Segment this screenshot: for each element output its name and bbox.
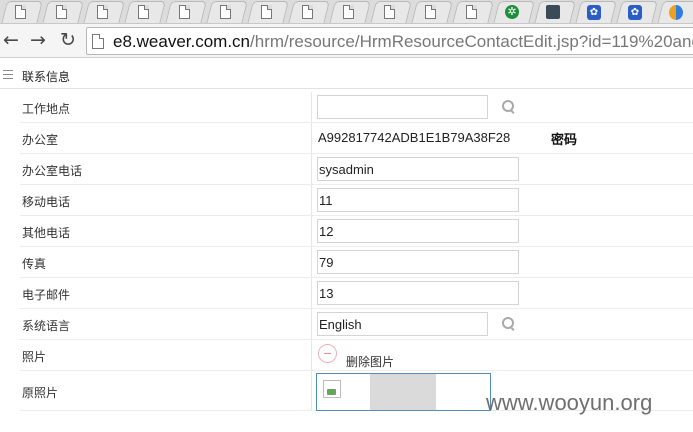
form-row-fax: 传真 79 [20, 247, 693, 278]
round-favicon-icon [669, 4, 683, 20]
fax-input[interactable]: 79 [317, 250, 519, 274]
browser-tab[interactable] [205, 0, 248, 23]
page-icon [96, 5, 108, 19]
browser-tab[interactable] [451, 0, 494, 23]
divider [311, 371, 312, 410]
form-row-language: 系统语言 English [20, 309, 693, 340]
field-label: 办公室电话 [22, 164, 83, 178]
page-icon [383, 5, 395, 19]
field-label: 工作地点 [22, 102, 71, 116]
browser-tab[interactable] [656, 0, 693, 23]
browser-tab[interactable]: ✲ [492, 0, 535, 23]
page-icon [137, 5, 149, 19]
other-phone-input[interactable]: 12 [317, 219, 519, 243]
original-photo-frame[interactable] [316, 373, 491, 411]
gear-favicon-icon: ✲ [505, 5, 519, 19]
field-label: 电子邮件 [22, 288, 71, 302]
dark-favicon-icon [546, 5, 560, 19]
delete-photo-link[interactable]: 删除图片 [346, 353, 394, 370]
menu-icon[interactable] [3, 70, 13, 79]
page-icon [178, 5, 190, 19]
remove-circle-icon[interactable] [318, 344, 337, 363]
photo-placeholder [370, 374, 436, 410]
browser-tab[interactable] [246, 0, 289, 23]
browser-tab[interactable] [410, 0, 453, 23]
page-icon [342, 5, 354, 19]
browser-tab[interactable] [287, 0, 330, 23]
divider [311, 309, 312, 339]
forward-arrow-icon[interactable]: → [27, 29, 49, 51]
divider [311, 123, 312, 153]
divider [311, 154, 312, 184]
section-header: 联系信息 [0, 62, 693, 89]
field-label: 系统语言 [22, 319, 71, 333]
page-icon [301, 5, 313, 19]
form-row-work-location: 工作地点 [20, 92, 693, 123]
form-row-other-phone: 其他电话 12 [20, 216, 693, 247]
field-label: 原照片 [22, 386, 59, 400]
divider [311, 185, 312, 215]
password-annotation: 密码 [551, 132, 578, 147]
form-row-office-phone: 办公室电话 sysadmin [20, 154, 693, 185]
field-label: 传真 [22, 257, 47, 271]
field-label: 其他电话 [22, 226, 71, 240]
form-row-email: 电子邮件 13 [20, 278, 693, 309]
browser-tab[interactable] [41, 0, 84, 23]
reload-icon[interactable]: ↻ [57, 29, 79, 51]
browser-tab[interactable] [328, 0, 371, 23]
browser-toolbar: ← → ↻ e8.weaver.com.cn/hrm/resource/HrmR… [0, 24, 693, 58]
browser-tab-strip: ✲ ✿ ✿ [0, 0, 693, 24]
work-location-input[interactable] [317, 95, 488, 119]
url-host: e8.weaver.com.cn [113, 32, 251, 51]
page-icon [465, 5, 477, 19]
divider [311, 340, 312, 370]
address-bar[interactable]: e8.weaver.com.cn/hrm/resource/HrmResourc… [86, 27, 693, 55]
field-label: 办公室 [22, 133, 59, 147]
section-title: 联系信息 [22, 70, 71, 84]
form-row-photo: 照片 删除图片 [20, 340, 693, 371]
page-icon [92, 34, 104, 49]
search-icon[interactable] [501, 99, 517, 115]
broken-image-icon [323, 380, 341, 398]
browser-tab[interactable] [369, 0, 412, 23]
watermark: www.wooyun.org [486, 390, 653, 415]
field-label: 照片 [22, 350, 47, 364]
language-select[interactable]: English [317, 312, 488, 336]
form-row-mobile: 移动电话 11 [20, 185, 693, 216]
paw-favicon-icon: ✿ [628, 4, 642, 20]
page-icon [55, 5, 67, 19]
url-path: /hrm/resource/HrmResourceContactEdit.jsp… [250, 32, 693, 51]
email-input[interactable]: 13 [317, 281, 519, 305]
office-phone-input[interactable]: sysadmin [317, 157, 519, 181]
office-input[interactable]: A992817742ADB1E1B79A38F28 [317, 126, 519, 150]
divider [311, 278, 312, 308]
browser-tab[interactable] [82, 0, 125, 23]
url-text: e8.weaver.com.cn/hrm/resource/HrmResourc… [113, 32, 693, 52]
browser-tab[interactable]: ✿ [574, 0, 617, 23]
divider [311, 92, 312, 122]
page-icon [219, 5, 231, 19]
page-icon [14, 5, 26, 19]
search-icon[interactable] [501, 316, 517, 332]
divider [311, 216, 312, 246]
form-row-office: 办公室 A992817742ADB1E1B79A38F28 密码 [20, 123, 693, 154]
divider [311, 247, 312, 277]
browser-tab[interactable] [164, 0, 207, 23]
paw-favicon-icon: ✿ [587, 4, 601, 20]
browser-tab[interactable] [123, 0, 166, 23]
browser-tab[interactable] [533, 0, 576, 23]
mobile-input[interactable]: 11 [317, 188, 519, 212]
page-icon [260, 5, 272, 19]
browser-tab[interactable]: ✿ [615, 0, 658, 23]
page-icon [424, 5, 436, 19]
field-label: 移动电话 [22, 195, 71, 209]
browser-tab[interactable] [0, 0, 43, 23]
back-arrow-icon[interactable]: ← [0, 29, 22, 51]
